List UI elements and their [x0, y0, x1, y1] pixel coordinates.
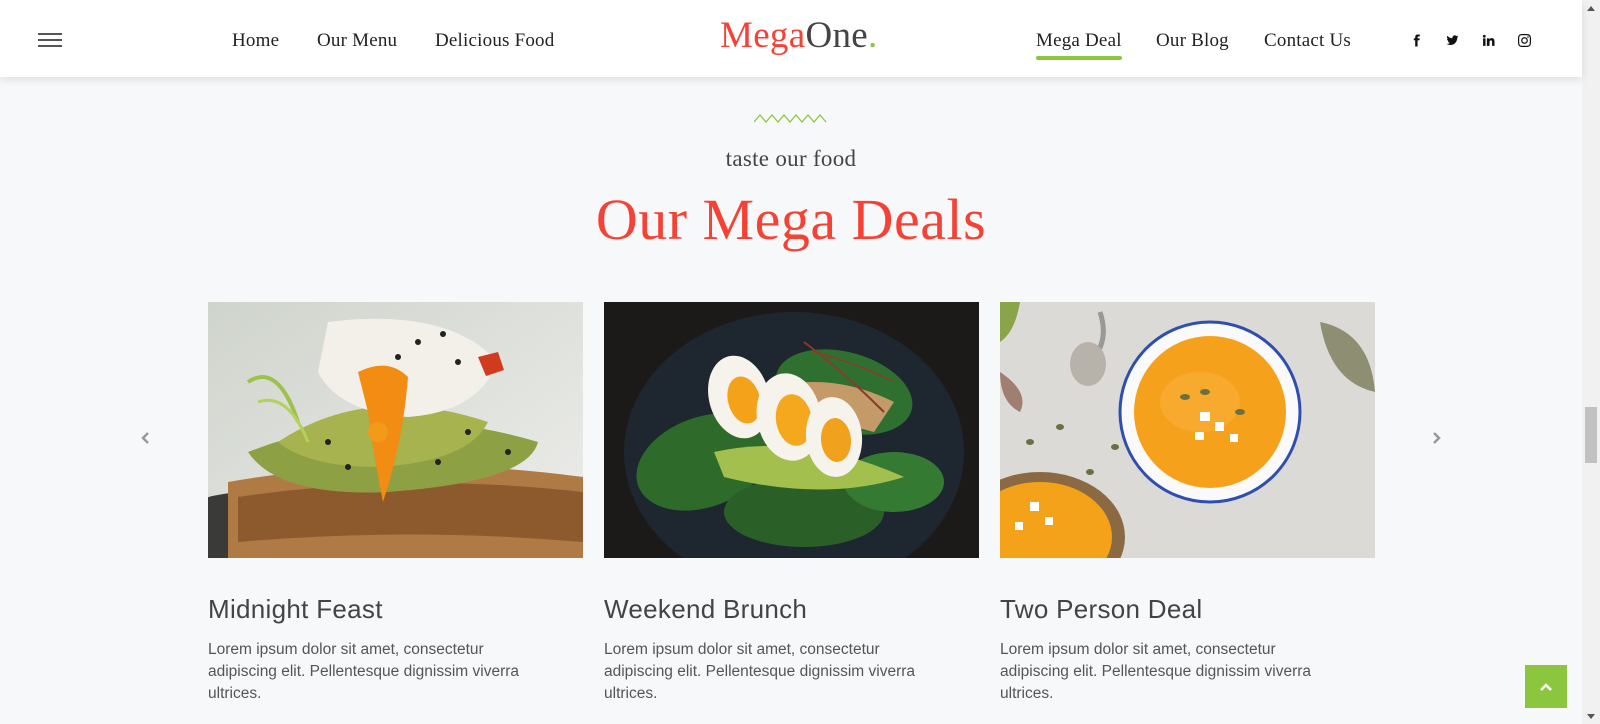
logo-mega: Mega: [720, 15, 806, 56]
scrollbar-thumb[interactable]: [1585, 407, 1597, 463]
page-scrollbar[interactable]: [1582, 0, 1600, 724]
hamburger-menu-icon[interactable]: [38, 33, 62, 47]
chevron-up-icon: [1540, 682, 1552, 691]
deal-description: Lorem ipsum dolor sit amet, consectetur …: [1000, 641, 1312, 702]
nav-link-our-menu[interactable]: Our Menu: [317, 30, 397, 52]
nav-link-contact-us[interactable]: Contact Us: [1264, 30, 1351, 52]
linkedin-icon[interactable]: [1479, 31, 1497, 49]
nav-link-home[interactable]: Home: [232, 30, 279, 52]
deal-card[interactable]: Midnight Feast Lorem ipsum dolor sit ame…: [208, 302, 583, 705]
site-logo[interactable]: MegaOne.: [720, 14, 878, 57]
chevron-left-icon[interactable]: [138, 430, 154, 446]
deal-description: Lorem ipsum dolor sit amet, consectetur …: [208, 641, 520, 702]
twitter-icon[interactable]: [1443, 31, 1461, 49]
scroll-down-arrow-icon[interactable]: [1582, 708, 1600, 724]
facebook-icon[interactable]: [1407, 31, 1425, 49]
deal-image-avocado-toast[interactable]: [208, 302, 583, 558]
deal-title[interactable]: Two Person Deal: [1000, 594, 1375, 625]
deal-card[interactable]: Two Person Deal Lorem ipsum dolor sit am…: [1000, 302, 1375, 705]
deal-title[interactable]: Midnight Feast: [208, 594, 583, 625]
site-header: Home Our Menu Delicious Food MegaOne. Me…: [0, 0, 1582, 77]
deal-card[interactable]: Weekend Brunch Lorem ipsum dolor sit ame…: [604, 302, 979, 705]
chevron-right-icon[interactable]: [1428, 430, 1444, 446]
section-title: Our Mega Deals: [595, 187, 987, 252]
nav-link-delicious-food[interactable]: Delicious Food: [435, 30, 554, 52]
deal-title[interactable]: Weekend Brunch: [604, 594, 979, 625]
deal-image-egg-spinach[interactable]: [604, 302, 979, 558]
back-to-top-button[interactable]: [1525, 665, 1567, 708]
zigzag-divider-icon: [754, 114, 827, 123]
logo-one: One: [805, 15, 868, 56]
section-tagline: taste our food: [725, 146, 857, 171]
nav-link-our-blog[interactable]: Our Blog: [1156, 30, 1229, 52]
logo-dot: .: [868, 15, 878, 56]
instagram-icon[interactable]: [1515, 31, 1533, 49]
deal-image-pumpkin-soup[interactable]: [1000, 302, 1375, 558]
scroll-up-arrow-icon[interactable]: [1582, 0, 1600, 16]
deal-description: Lorem ipsum dolor sit amet, consectetur …: [604, 641, 916, 702]
nav-link-mega-deal[interactable]: Mega Deal: [1036, 30, 1122, 60]
